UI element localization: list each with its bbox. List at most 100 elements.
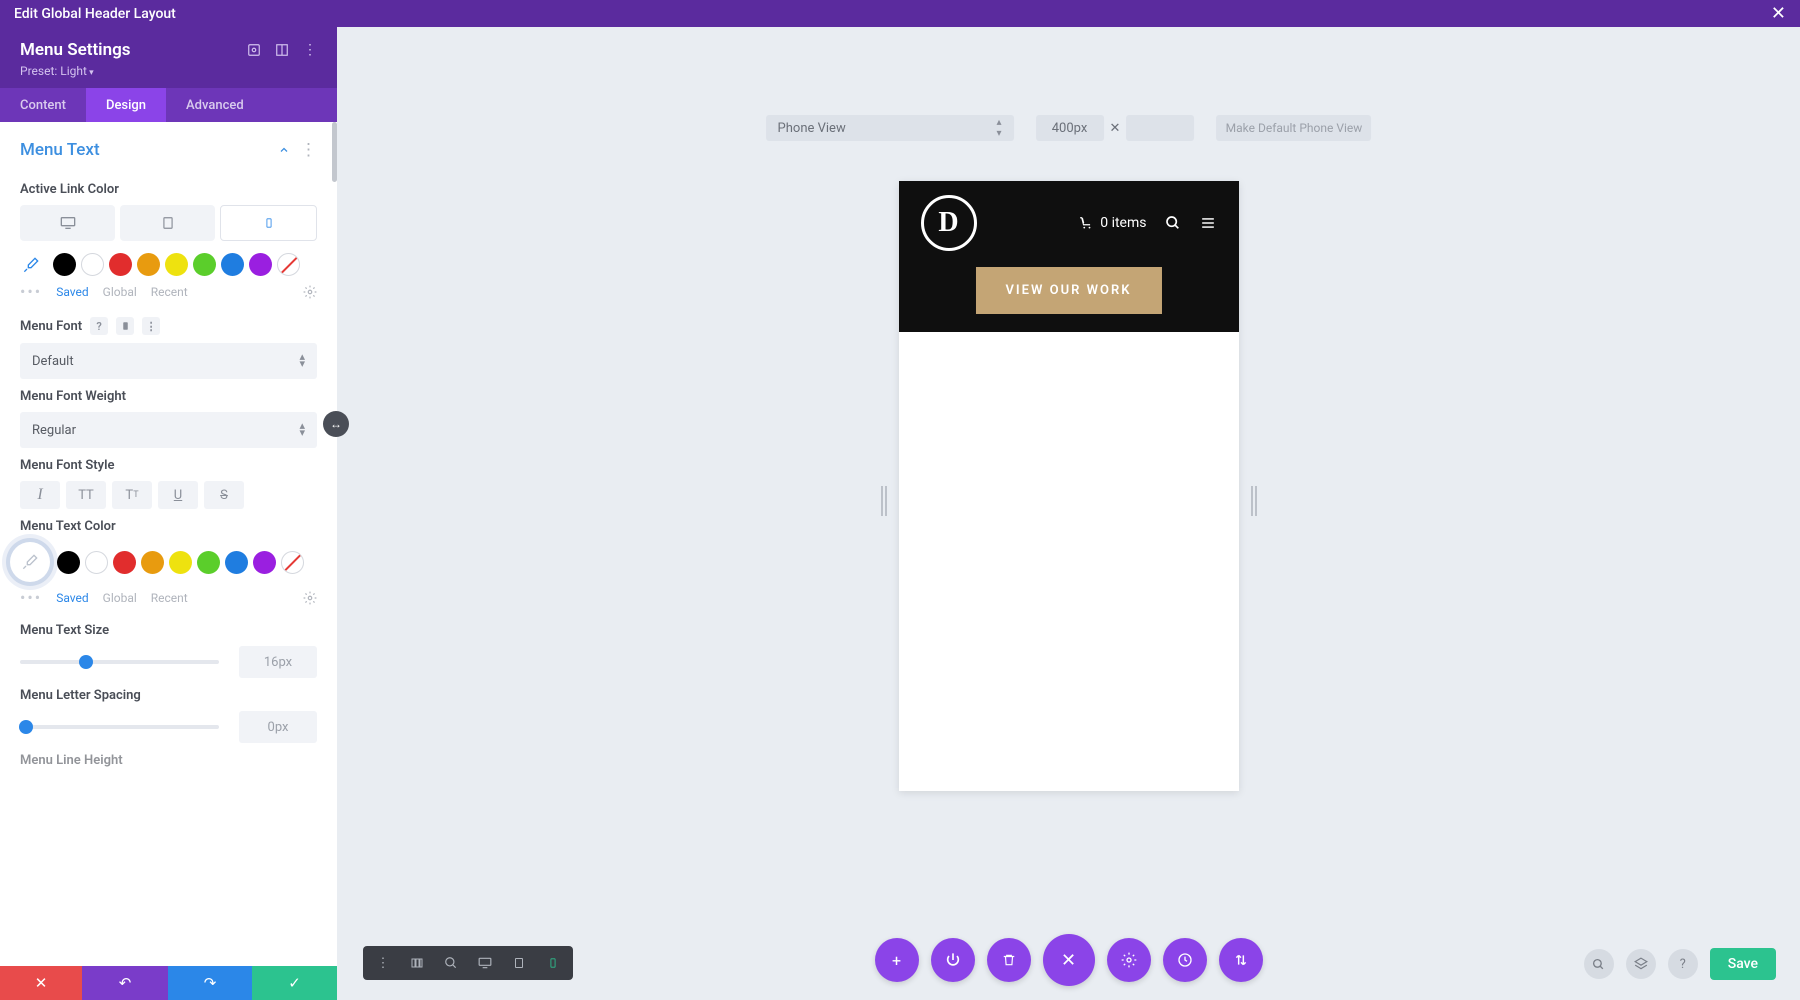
wireframe-icon[interactable] (401, 950, 433, 976)
help-icon[interactable]: ? (90, 317, 108, 335)
color-palette-text (20, 542, 317, 582)
phone-icon[interactable] (116, 317, 134, 335)
text-size-slider[interactable] (20, 660, 219, 664)
gear-icon[interactable] (303, 591, 317, 605)
width-input[interactable]: 400px (1036, 115, 1104, 141)
add-button[interactable]: + (875, 938, 919, 982)
color-swatch[interactable] (53, 253, 76, 276)
label-menu-font-style: Menu Font Style (20, 458, 317, 473)
label-menu-letter-spacing: Menu Letter Spacing (20, 688, 317, 703)
phone-icon[interactable] (220, 205, 317, 241)
kebab-icon[interactable]: ⋮ (303, 42, 317, 58)
settings-button[interactable] (1107, 938, 1151, 982)
text-size-input[interactable]: 16px (239, 646, 317, 678)
color-swatch[interactable] (57, 551, 80, 574)
confirm-button[interactable]: ✓ (252, 966, 337, 1000)
height-input[interactable] (1126, 115, 1194, 141)
color-swatch[interactable] (197, 551, 220, 574)
italic-button[interactable]: I (20, 481, 60, 509)
tablet-view-icon[interactable] (503, 950, 535, 976)
preset-dropdown[interactable]: Preset: Light (20, 64, 317, 78)
kebab-icon[interactable]: ⋮ (367, 950, 399, 976)
color-swatch[interactable] (169, 551, 192, 574)
letter-spacing-input[interactable]: 0px (239, 711, 317, 743)
capitalize-button[interactable]: TT (112, 481, 152, 509)
label-menu-text-size: Menu Text Size (20, 623, 317, 638)
color-swatch[interactable] (141, 551, 164, 574)
more-icon[interactable]: ••• (20, 282, 42, 301)
chevron-up-icon[interactable] (278, 144, 290, 156)
underline-button[interactable]: U (158, 481, 198, 509)
menu-font-weight-select[interactable]: Regular ▴▾ (20, 412, 317, 448)
help-icon[interactable]: ? (1668, 949, 1698, 979)
palette-tab-global[interactable]: Global (103, 591, 137, 605)
palette-tab-recent[interactable]: Recent (151, 285, 188, 299)
cancel-button[interactable]: ✕ (0, 966, 82, 1000)
font-style-buttons: I TT TT U S (20, 481, 317, 509)
palette-tab-saved[interactable]: Saved (56, 285, 88, 299)
color-swatch[interactable] (165, 253, 188, 276)
delete-button[interactable] (987, 938, 1031, 982)
color-swatch[interactable] (113, 551, 136, 574)
palette-tab-global[interactable]: Global (103, 285, 137, 299)
color-swatch[interactable] (253, 551, 276, 574)
eyedropper-icon[interactable] (10, 542, 50, 582)
cta-button[interactable]: VIEW OUR WORK (975, 267, 1161, 314)
color-swatch[interactable] (193, 253, 216, 276)
make-default-button[interactable]: Make Default Phone View (1216, 115, 1371, 141)
resize-handle-icon[interactable]: ↔ (323, 411, 349, 437)
search-icon[interactable] (1584, 949, 1614, 979)
tab-content[interactable]: Content (0, 88, 86, 122)
settings-sidebar: Menu Settings ⋮ Preset: Light Content De… (0, 27, 337, 1000)
tab-design[interactable]: Design (86, 88, 166, 122)
more-icon[interactable]: ••• (20, 588, 42, 607)
settings-tabs: Content Design Advanced (0, 88, 337, 122)
palette-tab-saved[interactable]: Saved (56, 591, 88, 605)
redo-button[interactable]: ↷ (168, 966, 252, 1000)
resize-handle-right[interactable] (1251, 486, 1257, 516)
color-swatch[interactable] (137, 253, 160, 276)
cart-link[interactable]: 0 items (1078, 215, 1146, 231)
color-swatch-none[interactable] (281, 551, 304, 574)
hamburger-icon[interactable] (1199, 216, 1217, 230)
layers-icon[interactable] (1626, 949, 1656, 979)
search-icon[interactable] (1165, 215, 1181, 231)
color-swatch[interactable] (85, 551, 108, 574)
color-swatch[interactable] (221, 253, 244, 276)
desktop-icon[interactable] (20, 205, 115, 241)
kebab-icon[interactable]: ⋮ (142, 317, 160, 335)
color-swatch[interactable] (225, 551, 248, 574)
eyedropper-icon[interactable] (20, 254, 42, 276)
power-button[interactable] (931, 938, 975, 982)
desktop-view-icon[interactable] (469, 950, 501, 976)
kebab-icon[interactable]: ⋮ (300, 140, 317, 160)
target-icon[interactable] (247, 43, 261, 57)
sort-button[interactable] (1219, 938, 1263, 982)
save-button[interactable]: Save (1710, 948, 1776, 980)
view-select[interactable]: Phone View ▴▾ (766, 115, 1014, 141)
tab-advanced[interactable]: Advanced (166, 88, 264, 122)
color-swatch[interactable] (249, 253, 272, 276)
gear-icon[interactable] (303, 285, 317, 299)
close-button[interactable]: ✕ (1043, 934, 1095, 986)
color-swatch[interactable] (109, 253, 132, 276)
color-swatch-none[interactable] (277, 253, 300, 276)
section-title[interactable]: Menu Text (20, 140, 100, 160)
sidebar-footer: ✕ ↶ ↷ ✓ (0, 966, 337, 1000)
columns-icon[interactable] (275, 43, 289, 57)
strikethrough-button[interactable]: S (204, 481, 244, 509)
letter-spacing-slider[interactable] (20, 725, 219, 729)
color-palette-active-link (20, 253, 317, 276)
undo-button[interactable]: ↶ (82, 966, 168, 1000)
color-swatch[interactable] (81, 253, 104, 276)
zoom-icon[interactable] (435, 950, 467, 976)
close-icon[interactable]: ✕ (1771, 3, 1786, 24)
phone-view-icon[interactable] (537, 950, 569, 976)
menu-font-select[interactable]: Default ▴▾ (20, 343, 317, 379)
uppercase-button[interactable]: TT (66, 481, 106, 509)
palette-tab-recent[interactable]: Recent (151, 591, 188, 605)
resize-handle-left[interactable] (881, 486, 887, 516)
history-button[interactable] (1163, 938, 1207, 982)
tablet-icon[interactable] (120, 205, 215, 241)
logo[interactable]: D (921, 195, 977, 251)
